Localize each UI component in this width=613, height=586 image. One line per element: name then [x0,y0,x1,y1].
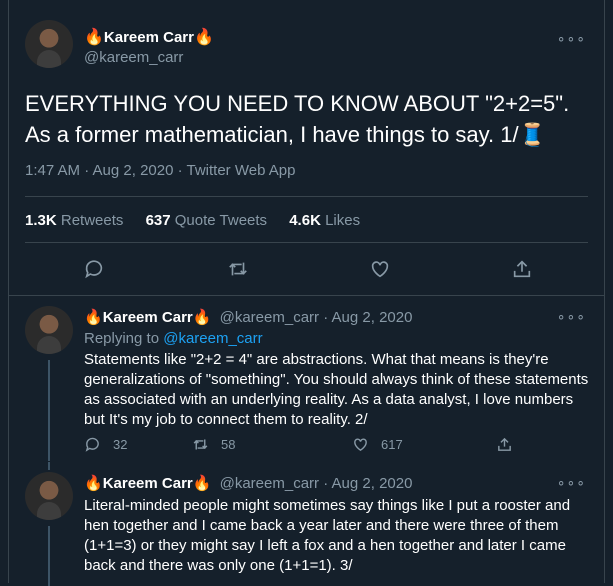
reply-tweet[interactable]: 🔥Kareem Carr🔥 @kareem_carr · Aug 2, 2020… [9,462,604,586]
share-icon[interactable] [511,258,535,282]
avatar[interactable] [25,20,73,68]
tweet-header: 🔥Kareem Carr🔥 @kareem_carr · Aug 2, 2020 [84,308,412,326]
replying-to-link[interactable]: @kareem_carr [163,330,262,347]
tweet-text: EVERYTHING YOU NEED TO KNOW ABOUT "2+2=5… [25,91,570,147]
avatar[interactable] [25,306,73,354]
divider [25,242,588,243]
tweet-text: Statements like "2+2 = 4" are abstractio… [84,351,589,428]
fire-emoji-icon: 🔥 [84,475,103,492]
replying-to: Replying to @kareem_carr [84,330,263,347]
like-icon [354,438,367,452]
divider [25,196,588,197]
avatar[interactable] [25,472,73,520]
thread-emoji-icon: 🧵 [518,122,546,147]
fire-emoji-icon: 🔥 [84,309,103,326]
like-icon[interactable] [369,258,393,282]
reply-icon [85,437,99,452]
main-tweet: 🔥Kareem Carr🔥 @kareem_carr ∘∘∘ EVERYTHIN… [9,0,604,295]
retweet-count: 58 [221,437,236,452]
reply-button[interactable]: 32 [84,436,127,453]
reply-icon[interactable] [83,258,107,282]
retweet-icon[interactable] [227,258,251,282]
share-button[interactable] [496,436,525,453]
retweet-icon [193,439,208,450]
author-name[interactable]: Kareem Carr [103,309,193,326]
more-options-icon[interactable]: ∘∘∘ [557,308,586,325]
fire-emoji-icon: 🔥 [192,475,212,492]
quote-tweets-stat[interactable]: 637 Quote Tweets [146,212,267,229]
handle-date[interactable]: @kareem_carr · Aug 2, 2020 [220,309,413,326]
tweet-actions [9,258,604,284]
handle-date[interactable]: @kareem_carr · Aug 2, 2020 [220,475,413,492]
thread-connector [48,526,50,586]
retweets-stat[interactable]: 1.3K Retweets [25,212,123,229]
tweet-text: Literal-minded people might sometimes sa… [84,497,571,574]
tweet-stats: 1.3K Retweets 637 Quote Tweets 4.6K Like… [25,212,378,229]
author-name[interactable]: Kareem Carr [103,475,193,492]
tweet-header: 🔥Kareem Carr🔥 @kareem_carr · Aug 2, 2020 [84,474,412,492]
like-count: 617 [381,437,403,452]
thread-connector [48,360,50,461]
like-button[interactable]: 617 [352,436,403,453]
tweet-actions: 32 58 617 [84,436,564,456]
fire-emoji-icon: 🔥 [193,29,214,46]
fire-emoji-icon: 🔥 [84,29,104,46]
tweet-timestamp[interactable]: 1:47 AM · Aug 2, 2020 · Twitter Web App [25,162,295,179]
tweet-thread: 🔥Kareem Carr🔥 @kareem_carr ∘∘∘ EVERYTHIN… [9,0,604,586]
more-options-icon[interactable]: ∘∘∘ [557,30,586,47]
fire-emoji-icon: 🔥 [192,309,212,326]
reply-tweet[interactable]: 🔥Kareem Carr🔥 @kareem_carr · Aug 2, 2020… [9,296,604,461]
author-name[interactable]: 🔥Kareem Carr🔥 [84,27,214,47]
author-handle[interactable]: @kareem_carr [84,49,183,66]
right-border [604,0,605,583]
retweet-button[interactable]: 58 [192,436,235,453]
reply-count: 32 [113,437,128,452]
likes-stat[interactable]: 4.6K Likes [289,212,360,229]
thread-connector [48,462,50,470]
share-icon [498,437,511,451]
more-options-icon[interactable]: ∘∘∘ [557,474,586,491]
